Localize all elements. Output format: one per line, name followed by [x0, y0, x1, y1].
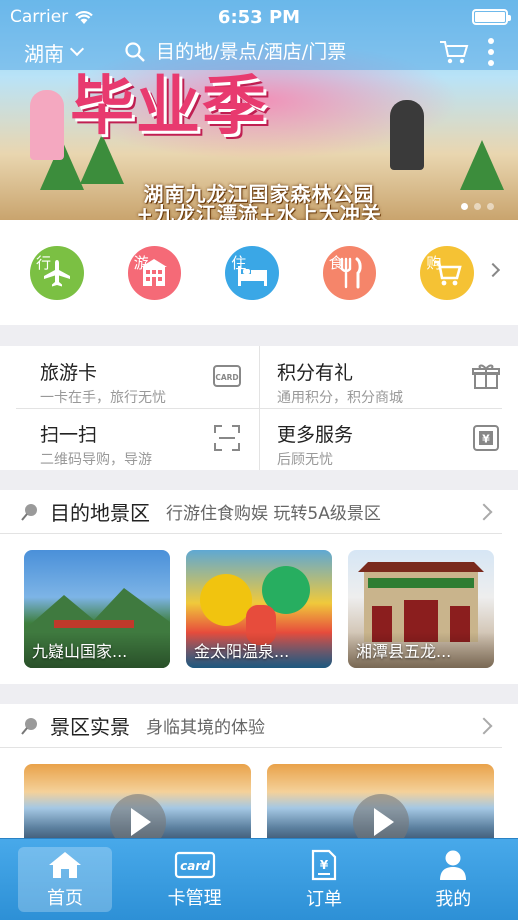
yen-icon: ¥: [473, 425, 499, 451]
order-icon: ¥: [311, 849, 337, 880]
category-row: 行 游 住 食 购: [0, 220, 518, 325]
section-header[interactable]: 目的地景区 行游住食购娱 玩转5A级景区: [0, 490, 502, 534]
divider: [16, 408, 502, 409]
play-icon[interactable]: [352, 794, 409, 844]
video-card[interactable]: [267, 764, 494, 844]
pager-dot: [474, 203, 481, 210]
service-travel-card[interactable]: 旅游卡 一卡在手，旅行无忧 CARD: [0, 346, 259, 408]
shopping-cart-icon: [440, 41, 469, 64]
service-subtitle: 后顾无忧: [277, 452, 333, 468]
destination-name: 湘潭县五龙...: [348, 632, 494, 668]
user-icon: [440, 850, 467, 880]
tab-label: 我的: [435, 888, 472, 910]
destinations-section: 目的地景区 行游住食购娱 玩转5A级景区 九嶷山国家... 金太阳温泉... 湘…: [0, 490, 518, 684]
banner-person-right: [390, 100, 424, 170]
battery-icon: [472, 9, 511, 25]
destination-card[interactable]: 九嶷山国家...: [24, 550, 170, 668]
service-grid: 旅游卡 一卡在手，旅行无忧 CARD 积分有礼 通用积分，积分商城 扫一扫 二维…: [0, 346, 518, 470]
pushpin-icon: [21, 717, 37, 735]
category-label: 购: [426, 253, 442, 272]
category-label: 游: [133, 253, 149, 272]
chevron-down-icon: [69, 41, 85, 57]
carrier: Carrier: [10, 7, 94, 27]
tab-card-manage[interactable]: card 卡管理: [130, 839, 259, 920]
category-food[interactable]: 食: [322, 245, 377, 300]
category-label: 食: [328, 253, 344, 272]
category-stay[interactable]: 住: [225, 245, 279, 300]
tab-profile[interactable]: 我的: [389, 839, 518, 920]
tab-label: 首页: [47, 887, 83, 909]
destination-list: 九嶷山国家... 金太阳温泉... 湘潭县五龙...: [0, 534, 518, 668]
play-icon[interactable]: [109, 794, 166, 844]
pager-dot-active: [461, 203, 468, 210]
city-selector[interactable]: 湖南: [0, 38, 110, 67]
category-shop[interactable]: 购: [420, 245, 474, 300]
section-subtitle: 行游住食购娱 玩转5A级景区: [166, 504, 381, 524]
status-bar: Carrier 6:53 PM: [0, 0, 518, 34]
service-subtitle: 通用积分，积分商城: [277, 390, 403, 406]
category-scroll-arrow-icon[interactable]: [485, 262, 501, 278]
scenery-section: 景区实景 身临其境的体验: [0, 704, 518, 844]
video-list: [0, 748, 518, 844]
banner-person-left: [30, 90, 64, 160]
cart-button[interactable]: [438, 38, 470, 66]
category-label: 住: [231, 253, 247, 272]
carrier-name: Carrier: [10, 7, 69, 27]
service-subtitle: 一卡在手，旅行无忧: [40, 390, 166, 406]
gift-icon: [472, 364, 500, 389]
yen-icon-text: ¥: [482, 433, 490, 446]
search-input[interactable]: [156, 41, 406, 63]
category-travel[interactable]: 行: [30, 245, 84, 300]
city-label: 湖南: [24, 41, 64, 66]
wifi-icon: [75, 11, 93, 24]
service-points-gift[interactable]: 积分有礼 通用积分，积分商城: [259, 346, 518, 408]
search-box[interactable]: [124, 36, 414, 68]
service-more[interactable]: 更多服务 后顾无忧 ¥: [259, 408, 518, 470]
tab-bar: 首页 card 卡管理 ¥ 订单 我的: [0, 838, 518, 920]
dot: [488, 49, 494, 55]
destination-name: 九嶷山国家...: [24, 632, 170, 668]
section-title: 景区实景: [50, 715, 130, 739]
scan-icon: [214, 425, 240, 451]
service-scan[interactable]: 扫一扫 二维码导购，导游: [0, 408, 259, 470]
destination-card[interactable]: 金太阳温泉...: [186, 550, 332, 668]
card-icon-text: CARD: [215, 373, 238, 382]
destination-name: 金太阳温泉...: [186, 632, 332, 668]
section-title: 目的地景区: [50, 501, 150, 525]
pager-dot: [487, 203, 494, 210]
section-subtitle: 身临其境的体验: [146, 718, 265, 738]
dot: [488, 60, 494, 66]
tab-label: 订单: [305, 888, 342, 910]
card-manage-icon: card: [174, 851, 215, 878]
chevron-right-icon[interactable]: [475, 717, 493, 734]
tab-label: 卡管理: [167, 887, 222, 909]
order-icon-text: ¥: [320, 858, 329, 872]
category-label: 行: [36, 253, 52, 272]
home-icon: [49, 851, 81, 878]
service-subtitle: 二维码导购，导游: [40, 452, 152, 468]
dot: [488, 38, 494, 44]
destination-card[interactable]: 湘潭县五龙...: [348, 550, 494, 668]
search-icon: [125, 42, 145, 62]
pushpin-icon: [21, 503, 37, 521]
more-menu-button[interactable]: [484, 34, 498, 70]
tab-orders[interactable]: ¥ 订单: [259, 839, 388, 920]
category-tour[interactable]: 游: [127, 245, 182, 300]
tab-home[interactable]: 首页: [18, 847, 112, 912]
chevron-right-icon[interactable]: [475, 503, 493, 520]
top-nav: 湖南: [0, 34, 518, 70]
card-manage-icon-text: card: [180, 859, 210, 873]
banner-pager[interactable]: [461, 203, 494, 210]
section-header[interactable]: 景区实景 身临其境的体验: [0, 704, 502, 748]
video-card[interactable]: [24, 764, 251, 844]
card-icon: CARD: [213, 365, 241, 387]
banner-caption-2: +九龙江漂流+水上大冲关: [136, 202, 382, 220]
